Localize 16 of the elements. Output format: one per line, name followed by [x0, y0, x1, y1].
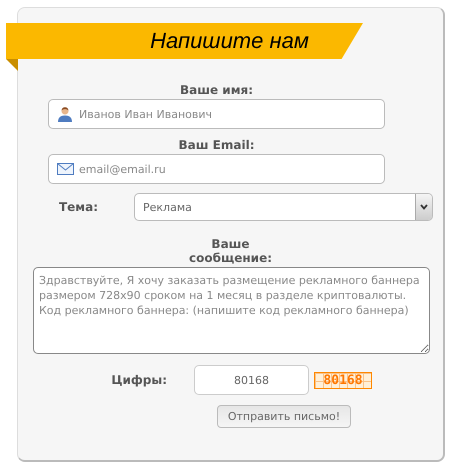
- captcha-field[interactable]: 80168: [194, 365, 309, 395]
- chevron-down-icon: [420, 204, 428, 210]
- field-label: Тема:: [58, 200, 98, 214]
- person-icon: [57, 106, 73, 122]
- field-label: Ваше сообщение:: [188, 237, 274, 265]
- send-button[interactable]: Отправить письмо!: [217, 405, 351, 428]
- captcha-image: 80168: [314, 372, 372, 388]
- message-field[interactable]: Здравствуйте, Я хочу заказать размещение рекламного баннера размером 728x90 сроком на 1 месяц в разделе криптовалюты. Код рекламного баннера: (напишите код рекламного баннера): [33, 267, 430, 354]
- input-field[interactable]: Иванов Иван Иванович: [48, 99, 385, 129]
- input-field[interactable]: email@email.ru: [48, 154, 385, 184]
- topic-select[interactable]: Реклама: [134, 193, 433, 221]
- form-title: Напишите нам: [150, 28, 309, 54]
- field-label: Ваше имя:: [180, 83, 254, 97]
- field-label: Ваш Email:: [178, 138, 254, 152]
- field-label: Цифры:: [110, 373, 167, 387]
- envelope-icon: [57, 163, 74, 175]
